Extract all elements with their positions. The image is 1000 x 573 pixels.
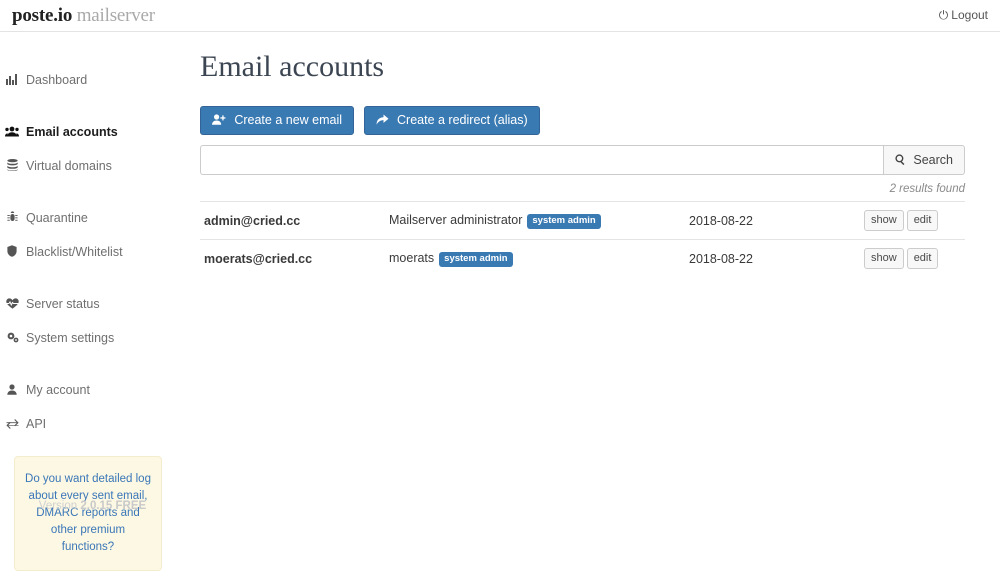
sidebar-item-label: API xyxy=(26,417,47,431)
sidebar-gap-3 xyxy=(0,276,185,294)
sidebar-gap-1 xyxy=(0,104,185,122)
sidebar-gap-2 xyxy=(0,190,185,208)
brand-name-secondary: mailserver xyxy=(76,5,155,26)
main-content: Email accounts Create a new email Create… xyxy=(185,32,1000,573)
show-button[interactable]: show xyxy=(864,210,904,231)
sidebar-item-label: Virtual domains xyxy=(26,159,112,173)
table-row[interactable]: moerats@cried.cc moerats system admin 201… xyxy=(200,239,965,277)
sidebar-item-system-settings[interactable]: System settings xyxy=(0,328,185,348)
sidebar-item-email-accounts[interactable]: Email accounts xyxy=(0,122,185,142)
logout-button[interactable]: ⏻ Logout xyxy=(939,8,988,23)
create-redirect-alias-button[interactable]: Create a redirect (alias) xyxy=(363,106,540,135)
sidebar-item-label: My account xyxy=(26,383,90,397)
results-count: 2 results found xyxy=(889,183,965,195)
sidebar-item-label: Blacklist/Whitelist xyxy=(26,245,123,259)
row-actions: show edit xyxy=(860,201,965,240)
sidebar-item-label: System settings xyxy=(26,331,115,345)
brand-logo[interactable]: poste.io mailserver xyxy=(12,5,155,27)
power-off-icon: ⏻ xyxy=(938,8,949,22)
shield-icon xyxy=(4,242,20,262)
sidebar-item-dashboard[interactable]: Dashboard xyxy=(0,70,185,90)
bar-chart-icon xyxy=(4,70,20,90)
heartbeat-icon xyxy=(4,294,20,314)
version-footer: Version 2.0.15 FREE xyxy=(0,500,185,512)
sidebar-item-my-account[interactable]: My account xyxy=(0,380,185,400)
row-name-cell: moerats system admin xyxy=(385,239,685,277)
search-icon xyxy=(895,153,909,167)
search-button[interactable]: Search xyxy=(882,145,965,175)
sidebar-item-label: Dashboard xyxy=(26,73,88,87)
create-redirect-alias-label: Create a redirect (alias) xyxy=(397,113,528,127)
page-title: Email accounts xyxy=(200,50,385,83)
bug-icon xyxy=(4,208,20,228)
logout-label: Logout xyxy=(951,8,988,22)
row-date: 2018-08-22 xyxy=(685,201,860,240)
row-email: admin@cried.cc xyxy=(200,201,385,240)
create-new-email-button[interactable]: Create a new email xyxy=(200,106,355,135)
status-badge: system admin xyxy=(527,213,601,229)
premium-promo-link[interactable]: Do you want detailed log about every sen… xyxy=(24,471,152,556)
version-value: 2.0.15 FREE xyxy=(80,500,147,512)
sidebar-item-virtual-domains[interactable]: Virtual domains xyxy=(0,156,185,176)
action-button-row: Create a new email Create a redirect (al… xyxy=(200,106,975,135)
edit-button[interactable]: edit xyxy=(906,210,939,231)
user-plus-icon xyxy=(212,113,229,127)
premium-promo-box[interactable]: Do you want detailed log about every sen… xyxy=(14,456,162,571)
row-date: 2018-08-22 xyxy=(685,239,860,277)
sidebar-item-label: Server status xyxy=(26,297,100,311)
sidebar-item-blacklist-whitelist[interactable]: Blacklist/Whitelist xyxy=(0,242,185,262)
brand-name-primary: poste.io xyxy=(12,5,73,26)
search-bar: Search xyxy=(200,145,965,175)
search-input[interactable] xyxy=(200,145,883,175)
row-actions: show edit xyxy=(860,239,965,277)
server-icon xyxy=(4,156,20,176)
sidebar-item-label: Quarantine xyxy=(26,211,88,225)
row-email: moerats@cried.cc xyxy=(200,239,385,277)
email-accounts-table: admin@cried.cc Mailserver administrator s… xyxy=(200,201,965,277)
top-header-bar: poste.io mailserver ⏻ Logout xyxy=(0,0,1000,32)
share-arrow-icon xyxy=(376,113,392,127)
sidebar-item-api[interactable]: API xyxy=(0,414,185,434)
user-icon xyxy=(4,380,20,400)
sidebar: Dashboard Email accounts Virtual domains… xyxy=(0,32,185,573)
row-display-name: moerats xyxy=(389,250,435,265)
sidebar-item-label: Email accounts xyxy=(26,125,118,139)
version-prefix: Version xyxy=(38,500,78,512)
create-new-email-label: Create a new email xyxy=(234,113,343,127)
sidebar-gap-4 xyxy=(0,362,185,380)
sidebar-item-quarantine[interactable]: Quarantine xyxy=(0,208,185,228)
edit-button[interactable]: edit xyxy=(906,248,939,269)
status-badge: system admin xyxy=(439,251,513,267)
search-button-label: Search xyxy=(913,153,953,167)
exchange-icon xyxy=(4,414,20,434)
row-name-cell: Mailserver administrator system admin xyxy=(385,201,685,240)
users-icon xyxy=(4,122,20,142)
show-button[interactable]: show xyxy=(864,248,904,269)
sidebar-item-server-status[interactable]: Server status xyxy=(0,294,185,314)
cogs-icon xyxy=(4,328,20,348)
table-row[interactable]: admin@cried.cc Mailserver administrator s… xyxy=(200,201,965,240)
row-display-name: Mailserver administrator xyxy=(389,212,523,227)
